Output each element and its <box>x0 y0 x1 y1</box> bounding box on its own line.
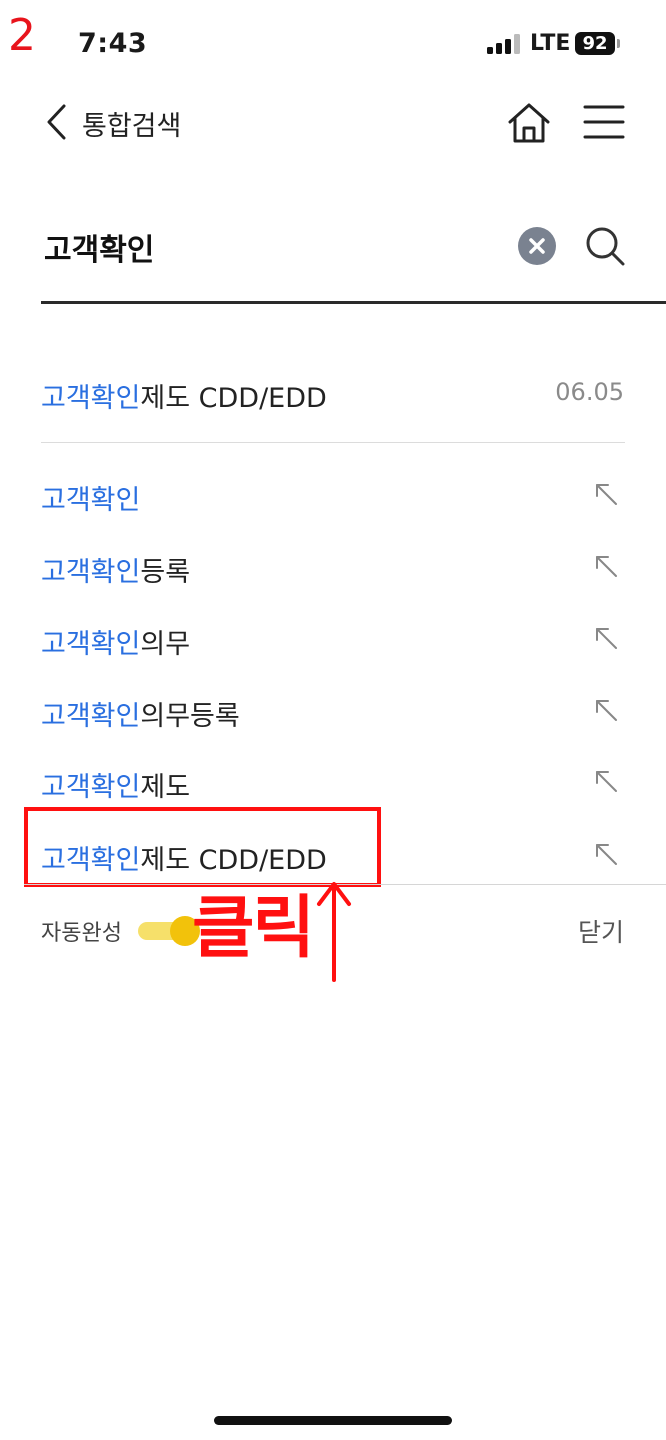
network-type: LTE <box>530 31 571 56</box>
suggestion-highlight: 고객확인 <box>41 629 141 660</box>
home-icon <box>508 103 550 143</box>
menu-button[interactable] <box>583 103 625 141</box>
suggestion-rest: 의무 <box>140 629 191 660</box>
search-input[interactable] <box>44 222 504 272</box>
arrow-up-left-icon[interactable] <box>594 482 618 506</box>
signal-strength-icon <box>487 34 521 54</box>
arrow-up-left-icon[interactable] <box>594 554 618 578</box>
suggestion-highlight: 고객확인 <box>41 772 141 803</box>
hamburger-icon <box>583 105 625 139</box>
suggestion-rest: 의무등록 <box>140 701 240 732</box>
arrow-up-left-icon[interactable] <box>594 769 618 793</box>
arrow-up-left-icon[interactable] <box>594 698 618 722</box>
suggestion-rest: 등록 <box>140 557 191 588</box>
suggestion-item[interactable]: 고객확인 <box>0 468 666 528</box>
recent-search-item[interactable]: 고객확인제도 CDD/EDD <box>41 376 327 415</box>
page-title: 통합검색 <box>82 111 182 142</box>
back-button[interactable] <box>36 98 76 146</box>
suggestion-highlight: 고객확인 <box>41 701 141 732</box>
suggestion-highlight: 고객확인 <box>41 485 141 516</box>
battery-tip <box>617 39 620 48</box>
battery-icon: 92 <box>575 32 615 55</box>
close-icon <box>529 238 545 254</box>
autocomplete-toggle[interactable] <box>136 916 200 946</box>
suggestion-rest: 제도 <box>140 772 191 803</box>
click-annotation-text: 클릭 <box>192 889 315 968</box>
suggestion-highlight: 고객확인 <box>41 557 141 588</box>
clear-search-button[interactable] <box>518 227 556 265</box>
up-arrow-annotation-icon: ↑ <box>317 882 351 982</box>
recent-search-date: 06.05 <box>555 378 624 406</box>
step-number-annotation: 2 <box>8 10 36 61</box>
status-time: 7:43 <box>78 28 148 59</box>
chevron-left-icon <box>47 104 66 140</box>
highlight-annotation-box <box>24 807 381 887</box>
recent-search-highlight: 고객확인 <box>41 383 141 414</box>
search-button[interactable] <box>583 224 627 268</box>
suggestion-item[interactable]: 고객확인의무 <box>0 612 666 672</box>
search-underline <box>41 301 666 304</box>
arrow-up-left-icon[interactable] <box>594 842 618 866</box>
close-autocomplete-button[interactable]: 닫기 <box>578 913 624 949</box>
suggestion-item[interactable]: 고객확인의무등록 <box>0 684 666 744</box>
search-icon <box>586 227 625 266</box>
suggestion-item[interactable]: 고객확인등록 <box>0 540 666 600</box>
recent-search-rest: 제도 CDD/EDD <box>140 383 327 414</box>
home-indicator <box>214 1416 452 1425</box>
autocomplete-label: 자동완성 <box>41 921 122 946</box>
divider <box>41 442 625 443</box>
suggestion-item[interactable]: 고객확인제도 <box>0 755 666 815</box>
arrow-up-left-icon[interactable] <box>594 626 618 650</box>
home-button[interactable] <box>506 100 552 146</box>
